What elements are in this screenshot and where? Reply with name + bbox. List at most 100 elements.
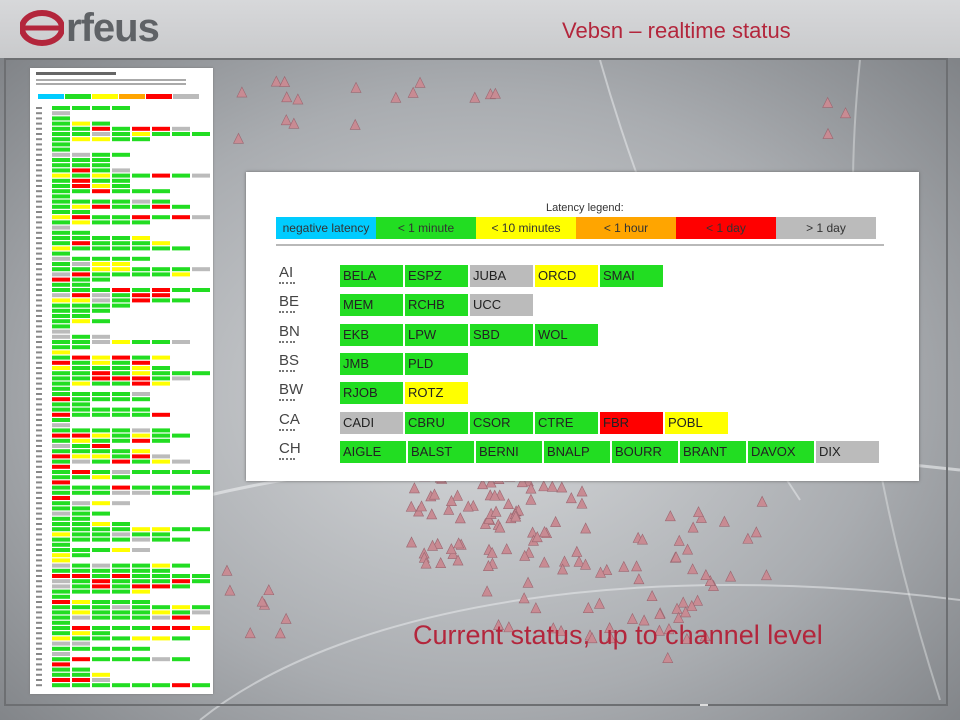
- station-cell-mem[interactable]: MEM: [340, 294, 403, 317]
- thumb-network-label: [36, 122, 42, 125]
- thumb-station-cell: [172, 126, 190, 131]
- thumb-station-cell: [52, 444, 70, 448]
- thumb-station-cell: [92, 657, 110, 662]
- station-cell-sbd[interactable]: SBD: [470, 323, 533, 346]
- thumb-station-cell: [132, 132, 150, 136]
- station-cell-rotz[interactable]: ROTZ: [405, 382, 468, 405]
- station-cell-espz[interactable]: ESPZ: [405, 265, 468, 287]
- thumb-station-cell: [72, 438, 90, 443]
- station-cell-bela[interactable]: BELA: [340, 265, 403, 287]
- thumb-station-cell: [52, 574, 70, 578]
- thumb-station-cell: [192, 288, 210, 292]
- station-cell-orcd[interactable]: ORCD: [535, 265, 598, 287]
- thumb-network-label: [36, 278, 42, 281]
- thumb-station-cell: [152, 636, 170, 641]
- station-cell-bnalp[interactable]: BNALP: [544, 440, 610, 463]
- station-cell-juba[interactable]: JUBA: [470, 265, 533, 287]
- station-cell-dix[interactable]: DIX: [816, 440, 879, 463]
- thumb-station-cell: [72, 106, 90, 110]
- thumb-station-cell: [112, 241, 130, 246]
- thumb-station-cell: [112, 485, 130, 490]
- thumb-station-cell: [112, 267, 130, 272]
- thumb-station-cell: [52, 277, 70, 282]
- thumb-station-cell: [52, 132, 70, 136]
- thumb-network-label: [36, 627, 42, 629]
- station-cell-ekb[interactable]: EKB: [340, 323, 403, 346]
- thumb-station-cell: [192, 574, 210, 578]
- station-cell-jmb[interactable]: JMB: [340, 352, 403, 375]
- thumb-station-cell: [72, 402, 90, 407]
- thumb-station-cell: [72, 334, 90, 339]
- thumb-network-label: [36, 533, 42, 536]
- thumb-station-cell: [52, 256, 70, 261]
- thumb-station-cell: [92, 288, 110, 292]
- thumb-station-cell: [112, 236, 130, 240]
- thumb-network-label: [36, 211, 42, 213]
- station-cell-cadi[interactable]: CADI: [340, 411, 403, 434]
- station-cell-csor[interactable]: CSOR: [470, 411, 533, 434]
- station-cell-cbru[interactable]: CBRU: [405, 411, 468, 434]
- station-cell-wol[interactable]: WOL: [535, 323, 598, 346]
- thumb-network-label: [36, 153, 42, 156]
- thumb-station-cell: [172, 371, 190, 376]
- station-cell-smai[interactable]: SMAI: [600, 265, 663, 287]
- thumb-station-cell: [132, 381, 150, 386]
- thumb-station-cell: [72, 490, 90, 495]
- thumb-station-cell: [112, 636, 130, 641]
- thumb-station-cell: [152, 433, 170, 438]
- station-cell-brant[interactable]: BRANT: [680, 440, 746, 463]
- thumb-station-cell: [92, 470, 110, 474]
- station-cell-fbr[interactable]: FBR: [600, 411, 663, 434]
- station-cell-davox[interactable]: DAVOX: [748, 440, 814, 463]
- thumb-station-cell: [112, 407, 130, 412]
- station-cell-bourr[interactable]: BOURR: [612, 440, 678, 463]
- thumb-station-cell: [172, 288, 190, 292]
- thumb-station-cell: [172, 204, 190, 209]
- thumb-station-cell: [52, 366, 70, 370]
- thumb-station-cell: [132, 360, 150, 365]
- thumb-station-cell: [172, 459, 190, 464]
- station-cell-rchb[interactable]: RCHB: [405, 294, 468, 317]
- thumb-network-label: [36, 439, 42, 442]
- thumb-station-cell: [172, 272, 190, 277]
- station-cell-rjob[interactable]: RJOB: [340, 382, 403, 405]
- station-cell-ucc[interactable]: UCC: [470, 294, 533, 317]
- thumb-station-cell: [52, 558, 70, 563]
- thumb-network-label: [36, 637, 42, 640]
- station-cell-ctre[interactable]: CTRE: [535, 411, 598, 434]
- thumb-station-cell: [132, 600, 150, 604]
- thumb-station-cell: [92, 272, 110, 277]
- thumb-station-cell: [92, 646, 110, 651]
- thumb-station-cell: [72, 381, 90, 386]
- thumb-station-cell: [92, 459, 110, 464]
- thumb-station-cell: [112, 132, 130, 136]
- station-cell-lpw[interactable]: LPW: [405, 323, 468, 346]
- thumb-station-cell: [132, 256, 150, 261]
- station-cell-pld[interactable]: PLD: [405, 352, 468, 375]
- thumb-station-cell: [92, 438, 110, 443]
- station-cell-aigle[interactable]: AIGLE: [340, 440, 406, 463]
- thumb-station-cell: [72, 553, 90, 558]
- legend-item-gt1day: > 1 day: [776, 217, 876, 239]
- thumb-station-cell: [72, 548, 90, 552]
- thumb-station-cell: [172, 626, 190, 630]
- thumb-network-label: [36, 387, 42, 390]
- thumb-station-cell: [112, 574, 130, 578]
- station-cell-berni[interactable]: BERNI: [476, 440, 542, 463]
- thumb-network-label: [36, 237, 42, 239]
- logo-text: rfeus: [66, 5, 160, 50]
- thumb-legend-swatch: [65, 94, 91, 99]
- thumb-legend-swatch: [119, 94, 145, 99]
- thumb-station-cell: [72, 340, 90, 344]
- thumb-station-cell: [112, 449, 130, 454]
- thumb-legend-swatch: [173, 94, 199, 99]
- thumb-station-cell: [132, 683, 150, 688]
- thumb-station-cell: [132, 574, 150, 578]
- thumb-station-cell: [112, 579, 130, 584]
- thumb-station-cell: [152, 293, 170, 298]
- station-cell-pobl[interactable]: POBL: [665, 411, 728, 434]
- thumb-network-label: [36, 164, 42, 167]
- thumb-station-cell: [72, 475, 90, 480]
- station-cell-balst[interactable]: BALST: [408, 440, 474, 463]
- thumb-station-cell: [92, 574, 110, 578]
